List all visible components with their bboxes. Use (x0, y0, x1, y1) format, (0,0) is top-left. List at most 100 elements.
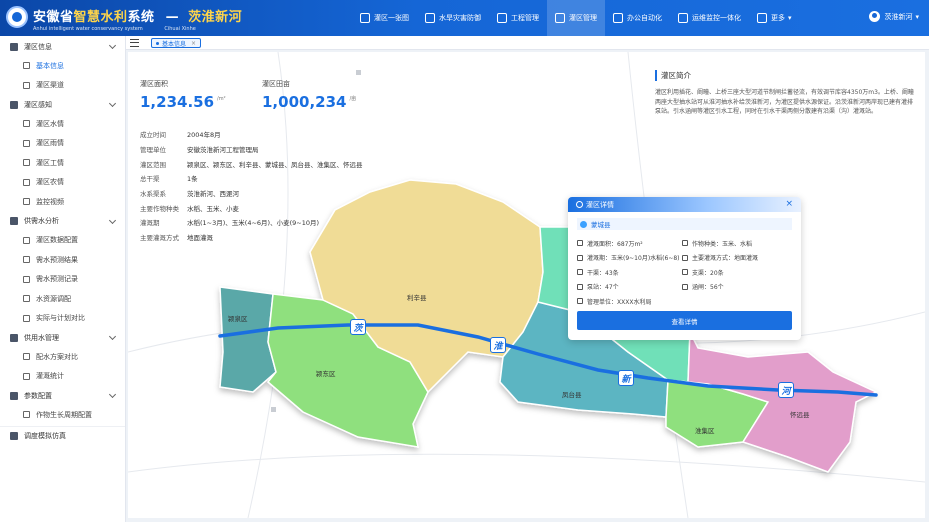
info-icon (23, 62, 30, 70)
sidebar-item-label: 监控视频 (36, 197, 64, 206)
subtitle-pinyin: Cihuai Xinhe (164, 26, 196, 32)
sidebar-item-agri[interactable]: 灌区农情 (0, 173, 125, 193)
sidebar-item-works[interactable]: 灌区工情 (0, 153, 125, 173)
title-accent: 智慧水利 (73, 10, 128, 25)
popup-cell-text: 泵站：47个 (587, 284, 619, 292)
nav-label: 办公自动化 (627, 14, 662, 22)
info-row: 主要灌溉方式 地面灌溉 (140, 230, 363, 245)
nav-item-engineering[interactable]: 工程管理 (489, 0, 547, 36)
info-value: 水稻、玉米、小麦 (187, 204, 239, 213)
sidebar-item-label: 需水预测结果 (36, 255, 78, 264)
nav-item-flood-defense[interactable]: 水旱灾害防御 (417, 0, 489, 36)
sidebar-item-label: 灌区工情 (36, 158, 64, 167)
stat-field: 灌区田亩 1,000,234/亩 (262, 79, 356, 111)
grid-icon (555, 13, 565, 23)
shield-icon (425, 13, 435, 23)
info-key: 水系渠系 (140, 190, 166, 199)
home-icon (10, 42, 18, 51)
sidebar-item-label: 配水方案对比 (36, 352, 78, 361)
analysis-icon (10, 217, 18, 225)
popup-row: 泵站：47个 涵闸：56个 (577, 280, 792, 295)
channel-icon (577, 269, 583, 276)
sluice-icon (682, 283, 688, 290)
nav-item-irrigation[interactable]: 灌区管理 (547, 0, 605, 36)
nav-label: 更多 (771, 14, 785, 22)
popup-cell: 管理单位：XXXX水利局 (577, 297, 682, 306)
sidebar-group-info[interactable]: 灌区信息 (0, 37, 125, 56)
view-details-button[interactable]: 查看详情 (577, 311, 792, 330)
tab-dot (156, 41, 159, 45)
popup-cell: 灌溉期：玉米(9~10月)水稻(6~8) (577, 253, 682, 262)
info-value: 2004年8月 (187, 131, 221, 140)
allocation-icon (23, 295, 30, 303)
sidebar-group-sensing[interactable]: 灌区感知 (0, 95, 125, 114)
sidebar-group-supply-demand[interactable]: 供需水分析 (0, 212, 125, 231)
crop-icon (23, 178, 30, 186)
nav-item-office[interactable]: 办公自动化 (605, 0, 670, 36)
sidebar-item-plan-compare[interactable]: 实际与计划对比 (0, 309, 125, 329)
close-icon[interactable]: × (191, 40, 196, 47)
sidebar-item-plan-compare-2[interactable]: 配水方案对比 (0, 347, 125, 367)
info-row: 成立时间 2004年8月 (140, 127, 363, 142)
popup-row: 管理单位：XXXX水利局 (577, 294, 792, 309)
tab-basic-info[interactable]: 基本信息 × (151, 38, 202, 48)
stat-field-unit: /亩 (349, 96, 357, 102)
sidebar-item-forecast-result[interactable]: 需水预测结果 (0, 250, 125, 270)
sidebar-group-label: 供用水管理 (24, 333, 59, 342)
sidebar-item-water[interactable]: 灌区水情 (0, 114, 125, 134)
sidebar-group-usage[interactable]: 供用水管理 (0, 328, 125, 347)
popup-cell-text: 灌溉期：玉米(9~10月)水稻(6~8) (587, 255, 680, 263)
info-row: 总干渠 1条 (140, 171, 363, 186)
stat-field-label: 灌区田亩 (262, 80, 290, 88)
menu-toggle-icon[interactable] (130, 39, 139, 47)
gauge-icon (678, 13, 688, 23)
nav-item-ops[interactable]: 运维监控一体化 (670, 0, 749, 36)
close-icon[interactable]: × (785, 199, 793, 209)
info-value: 1条 (187, 175, 198, 184)
popup-cell: 支渠：20条 (682, 268, 724, 277)
sidebar-item-video[interactable]: 监控视频 (0, 192, 125, 212)
popup-cell: 主要灌溉方式：地面灌溉 (682, 253, 758, 262)
stat-field-value: 1,000,234/亩 (262, 93, 356, 111)
rain-icon (23, 139, 30, 147)
sidebar-item-channels[interactable]: 灌区渠道 (0, 76, 125, 96)
calendar-icon (577, 254, 583, 261)
chevron-down-icon: ▾ (788, 14, 792, 22)
info-row: 水系渠系 茨淮新河、西淝河 (140, 186, 363, 201)
area-icon (577, 240, 583, 247)
tab-label: 基本信息 (162, 40, 187, 48)
more-icon (757, 13, 767, 23)
sidebar-item-forecast-record[interactable]: 需水预测记录 (0, 270, 125, 290)
river-char-badge: 茨 (350, 319, 366, 335)
sidebar-item-data-config[interactable]: 灌区数据配置 (0, 231, 125, 251)
chevron-down-icon (108, 41, 117, 50)
sidebar-item-irrigation-stats[interactable]: 灌溉统计 (0, 367, 125, 387)
config-icon (23, 236, 30, 244)
subtitle-en: Anhui intelligent water conservancy syst… (33, 26, 143, 32)
district-icon (576, 201, 583, 208)
title-prefix: 安徽省 (33, 10, 74, 25)
sidebar-item-crop-cycle[interactable]: 作物生长周期配置 (0, 405, 125, 425)
sidebar-item-label: 灌溉统计 (36, 372, 64, 381)
river-char-badge: 河 (778, 382, 794, 398)
sidebar-group-params[interactable]: 参数配置 (0, 386, 125, 405)
irrigation-map[interactable] (128, 52, 925, 518)
sidebar-item-basic-info[interactable]: 基本信息 (0, 56, 125, 76)
popup-cell-text: 管理单位：XXXX水利局 (587, 298, 652, 306)
info-key: 灌溉期 (140, 219, 160, 228)
intro-text: 灌区利用插花、阚疃、上桥三座大型河道节制闸拦蓄径流，有效调节库容4350万m3。… (655, 89, 914, 115)
sidebar-group-label: 供需水分析 (24, 217, 59, 225)
nav-item-more[interactable]: 更多 ▾ (749, 0, 800, 36)
sidebar-item-rain[interactable]: 灌区雨情 (0, 134, 125, 154)
sidebar-item-allocation[interactable]: 水资源调配 (0, 289, 125, 309)
user-menu[interactable]: 茨淮新河 ▾ (869, 11, 919, 22)
building-icon (577, 298, 583, 305)
info-row: 管理单位 安徽茨淮新河工程管理局 (140, 142, 363, 157)
app-subtitle: Anhui intelligent water conservancy syst… (33, 26, 242, 32)
popup-cell: 泵站：47个 (577, 282, 682, 291)
channel-icon (23, 81, 30, 89)
nav-item-map[interactable]: 灌区一张图 (352, 0, 417, 36)
chevron-down-icon (108, 99, 117, 108)
sidebar-group-simulation[interactable]: 调度模拟仿真 (0, 425, 125, 445)
info-key: 管理单位 (140, 146, 166, 155)
